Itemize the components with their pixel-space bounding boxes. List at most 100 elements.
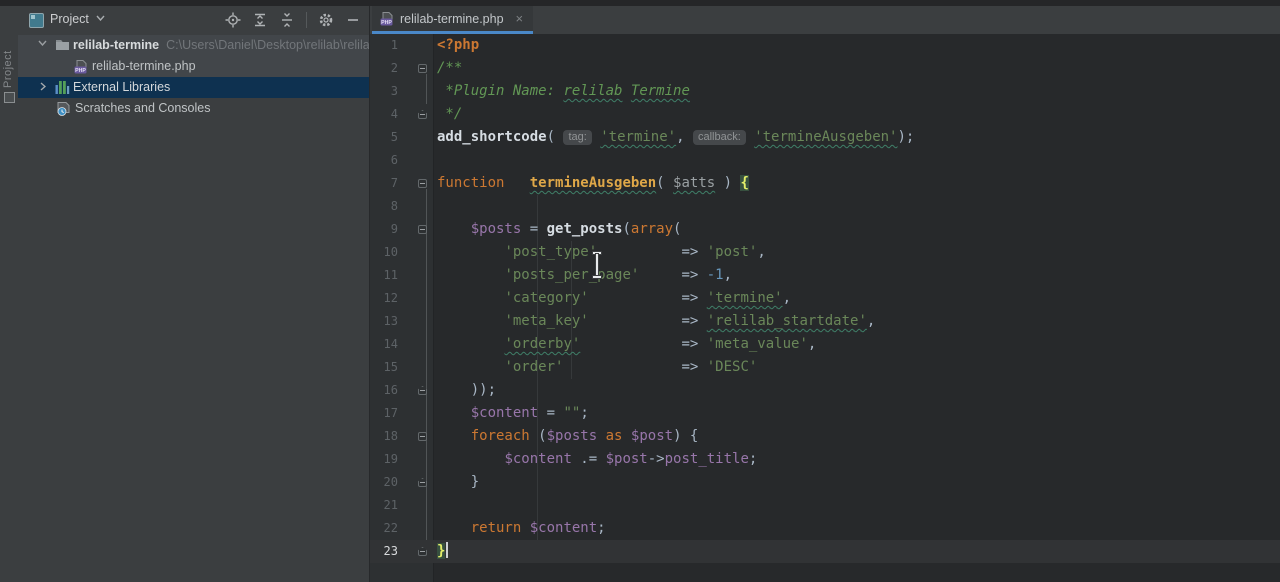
code-line[interactable]: 16 )); xyxy=(370,379,1280,402)
line-number[interactable]: 7 xyxy=(370,172,398,195)
code-line[interactable]: 1 <?php xyxy=(370,34,1280,57)
tab-close-icon[interactable]: × xyxy=(516,12,524,25)
code-line[interactable]: 13 'meta_key' => 'relilab_startdate', xyxy=(370,310,1280,333)
fold-column xyxy=(416,333,430,356)
fold-open-icon[interactable] xyxy=(418,64,427,73)
line-number[interactable]: 9 xyxy=(370,218,398,241)
line-number[interactable]: 6 xyxy=(370,149,398,172)
token: $content xyxy=(529,520,598,536)
code-line[interactable]: 11 'posts_per_page' => -1, xyxy=(370,264,1280,287)
fold-close-icon[interactable] xyxy=(418,386,427,395)
tree-item-php-file[interactable]: PHP relilab-termine.php xyxy=(18,56,369,77)
line-number[interactable]: 15 xyxy=(370,356,398,379)
code-line[interactable]: 7 function termineAusgeben( $atts ) { xyxy=(370,172,1280,195)
tab-relilab-termine-php[interactable]: PHP relilab-termine.php × xyxy=(372,6,534,34)
code-line[interactable]: 2 /** xyxy=(370,57,1280,80)
line-number[interactable]: 20 xyxy=(370,471,398,494)
stripe-project-button[interactable]: Project xyxy=(2,8,16,88)
fold-column xyxy=(416,195,430,218)
code-line[interactable]: 23} xyxy=(370,540,1280,563)
code-line[interactable]: 5 add_shortcode( tag: 'termine', callback… xyxy=(370,126,1280,149)
token: 'post' xyxy=(706,244,758,260)
code-editor[interactable]: 1 <?php 2 /** 3 *Plugin Name: relilab Termin… xyxy=(370,34,1280,582)
code-text: } xyxy=(437,471,479,494)
project-tree: relilab-termine C:\Users\Daniel\Desktop\r… xyxy=(18,35,369,119)
fold-open-icon[interactable] xyxy=(418,179,427,188)
fold-column xyxy=(416,218,430,241)
token: foreach xyxy=(470,428,530,444)
code-line[interactable]: 4 */ xyxy=(370,103,1280,126)
tree-item-project-root[interactable]: relilab-termine C:\Users\Daniel\Desktop\r… xyxy=(18,35,369,56)
code-text: function termineAusgeben( $atts ) { xyxy=(437,172,749,195)
code-line[interactable]: 6 xyxy=(370,149,1280,172)
chevron-down-icon[interactable] xyxy=(96,15,105,21)
line-number[interactable]: 3 xyxy=(370,80,398,103)
line-number[interactable]: 5 xyxy=(370,126,398,149)
line-number[interactable]: 13 xyxy=(370,310,398,333)
collapse-all-icon[interactable] xyxy=(279,12,295,28)
code-line[interactable]: 20 } xyxy=(370,471,1280,494)
line-number[interactable]: 17 xyxy=(370,402,398,425)
fold-close-icon[interactable] xyxy=(418,547,427,556)
code-line[interactable]: 9 $posts = get_posts(array( xyxy=(370,218,1280,241)
line-number[interactable]: 23 xyxy=(370,540,398,563)
php-file-label: relilab-termine.php xyxy=(92,59,196,74)
token: , xyxy=(807,336,817,352)
line-number[interactable]: 4 xyxy=(370,103,398,126)
fold-close-icon[interactable] xyxy=(418,110,427,119)
tree-item-scratches[interactable]: Scratches and Consoles xyxy=(18,98,369,119)
hide-panel-icon[interactable] xyxy=(345,12,361,28)
chevron-expanded-icon[interactable] xyxy=(38,40,47,46)
chevron-collapsed-icon[interactable] xyxy=(40,82,46,91)
line-number[interactable]: 14 xyxy=(370,333,398,356)
token: 'category' xyxy=(504,290,589,306)
fold-column xyxy=(416,34,430,57)
token: ) { xyxy=(673,428,699,444)
code-line[interactable]: 8 xyxy=(370,195,1280,218)
code-text: add_shortcode( tag: 'termine', callback:… xyxy=(437,126,914,149)
line-number[interactable]: 12 xyxy=(370,287,398,310)
code-line[interactable]: 15 'order' => 'DESC' xyxy=(370,356,1280,379)
code-line[interactable]: 3 *Plugin Name: relilab Termine xyxy=(370,80,1280,103)
project-tool-icon[interactable] xyxy=(4,92,15,103)
editor-lines: 1 <?php 2 /** 3 *Plugin Name: relilab Termin… xyxy=(370,34,1280,563)
settings-gear-icon[interactable] xyxy=(318,12,334,28)
code-line[interactable]: 10 'post_type' => 'post', xyxy=(370,241,1280,264)
line-number[interactable]: 16 xyxy=(370,379,398,402)
code-line[interactable]: 18 foreach ($posts as $post) { xyxy=(370,425,1280,448)
line-number[interactable]: 22 xyxy=(370,517,398,540)
fold-column xyxy=(416,494,430,517)
fold-open-icon[interactable] xyxy=(418,225,427,234)
line-number[interactable]: 11 xyxy=(370,264,398,287)
fold-open-icon[interactable] xyxy=(418,432,427,441)
code-line[interactable]: 21 xyxy=(370,494,1280,517)
line-number[interactable]: 8 xyxy=(370,195,398,218)
code-line[interactable]: 14 'orderby' => 'meta_value', xyxy=(370,333,1280,356)
expand-all-icon[interactable] xyxy=(252,12,268,28)
project-panel-header: Project xyxy=(18,6,369,34)
code-line[interactable]: 19 $content .= $post->post_title; xyxy=(370,448,1280,471)
token: $content xyxy=(504,451,572,467)
tree-item-external-libraries[interactable]: External Libraries xyxy=(18,77,369,98)
line-number[interactable]: 19 xyxy=(370,448,398,471)
token: => xyxy=(588,313,707,329)
line-number[interactable]: 10 xyxy=(370,241,398,264)
line-number[interactable]: 18 xyxy=(370,425,398,448)
project-panel-title[interactable]: Project xyxy=(50,12,89,26)
code-line[interactable]: 22 return $content; xyxy=(370,517,1280,540)
code-line[interactable]: 12 'category' => 'termine', xyxy=(370,287,1280,310)
php-file-icon: PHP xyxy=(74,60,88,74)
token: 'posts_per_page' xyxy=(504,267,640,283)
code-line[interactable]: 17 $content = ""; xyxy=(370,402,1280,425)
token: 'orderby' xyxy=(504,336,581,352)
token: $content xyxy=(470,405,539,421)
line-number[interactable]: 1 xyxy=(370,34,398,57)
fold-close-icon[interactable] xyxy=(418,478,427,487)
tab-title: relilab-termine.php xyxy=(400,11,504,26)
line-number[interactable]: 2 xyxy=(370,57,398,80)
fold-column xyxy=(416,103,430,126)
line-number[interactable]: 21 xyxy=(370,494,398,517)
locate-icon[interactable] xyxy=(225,12,241,28)
